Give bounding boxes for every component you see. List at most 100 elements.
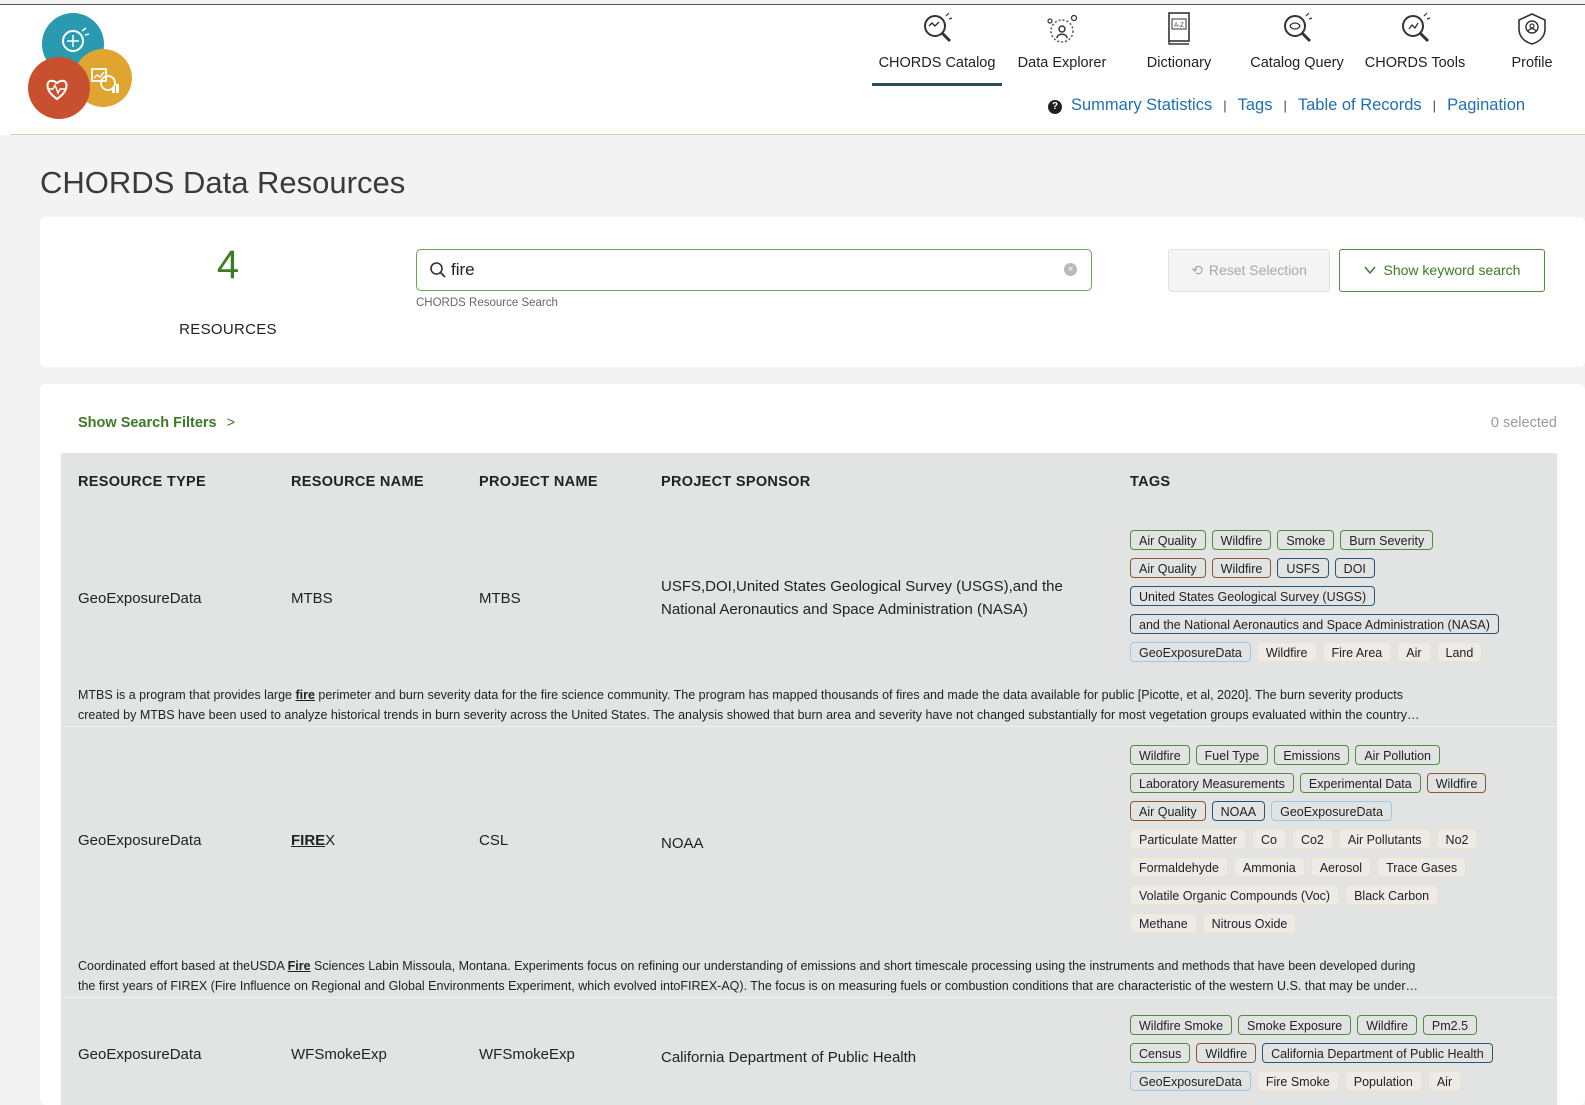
tag-chip[interactable]: Volatile Organic Compounds (Voc) [1130,885,1340,905]
tag-chip[interactable]: Wildfire [1211,530,1272,550]
tag-chip[interactable]: Ammonia [1233,857,1305,877]
tag-chip[interactable]: Fire Area [1322,642,1392,662]
tag-chip[interactable]: Air Pollution [1355,745,1441,765]
tag-chip[interactable]: GeoExposureData [1130,642,1251,662]
tag-chip[interactable]: Nitrous Oxide [1202,913,1297,933]
tag-chip[interactable]: Air Pollutants [1338,829,1431,849]
nav-label: Data Explorer [1017,55,1107,71]
cell-resource-name[interactable]: MTBS [291,590,333,607]
search-hint: CHORDS Resource Search [416,297,558,309]
tag-chip[interactable]: Black Carbon [1345,885,1439,905]
clear-search-icon[interactable]: × [1064,263,1077,276]
resources-table: RESOURCE TYPE RESOURCE NAME PROJECT NAME… [61,453,1557,1105]
tag-list: Wildfire Fuel Type Emissions Air Pollution L… [1130,745,1550,941]
tag-chip[interactable]: Air Quality [1130,558,1206,578]
chevron-down-icon [1363,266,1376,275]
nav-dictionary[interactable]: A-Z Dictionary [1136,11,1222,83]
tag-chip[interactable]: Fuel Type [1195,745,1269,765]
tag-chip[interactable]: United States Geological Survey (USGS) [1130,586,1376,606]
tag-chip[interactable]: Trace Gases [1377,857,1467,877]
tag-chip[interactable]: Pm2.5 [1422,1015,1478,1035]
tag-chip[interactable]: NOAA [1211,801,1266,821]
search-input[interactable] [451,257,1051,283]
tag-chip[interactable]: Wildfire [1130,745,1190,765]
tag-chip[interactable]: California Department of Public Health [1262,1043,1493,1063]
tag-chip[interactable]: Smoke [1277,530,1335,550]
tag-list: Wildfire Smoke Smoke Exposure Wildfire Pm2.… [1130,1015,1550,1099]
svg-text:A-Z: A-Z [1174,23,1184,29]
column-header-resource-type[interactable]: RESOURCE TYPE [78,474,206,490]
tag-chip[interactable]: Land [1436,642,1483,662]
tag-chip[interactable]: Emissions [1274,745,1350,765]
tag-chip[interactable]: Air [1397,642,1431,662]
tag-chip[interactable]: Wildfire [1426,773,1487,793]
tag-chip[interactable]: Population [1344,1071,1422,1091]
tag-chip[interactable]: GeoExposureData [1130,1071,1251,1091]
nav-catalog-query[interactable]: Catalog Query [1242,11,1352,83]
show-search-filters-toggle[interactable]: Show Search Filters > [78,415,235,431]
cell-resource-name[interactable]: FIREX [291,832,335,849]
search-card [40,217,1585,367]
tag-chip[interactable]: Wildfire [1211,558,1272,578]
tag-chip[interactable]: Fire Smoke [1256,1071,1339,1091]
tag-chip[interactable]: Smoke Exposure [1238,1015,1352,1035]
column-header-project-sponsor[interactable]: PROJECT SPONSOR [661,474,811,490]
cell-project-sponsor: USFS,DOI,United States Geological Survey… [661,578,1063,618]
cell-resource-type: GeoExposureData [78,832,202,849]
help-question-icon[interactable]: ? [1048,100,1062,114]
link-pagination[interactable]: Pagination [1447,96,1525,114]
tag-chip[interactable]: Methane [1130,913,1197,933]
chevron-right-icon: > [226,415,236,431]
column-header-project-name[interactable]: PROJECT NAME [479,474,598,490]
link-table-of-records[interactable]: Table of Records [1298,96,1422,114]
tag-chip[interactable]: Air Quality [1130,530,1206,550]
resource-search-box[interactable]: × [416,249,1092,291]
tag-chip[interactable]: Aerosol [1310,857,1372,877]
tag-chip[interactable]: No2 [1436,829,1478,849]
chords-logo[interactable] [28,13,136,125]
column-header-resource-name[interactable]: RESOURCE NAME [291,474,424,490]
nav-label: Dictionary [1146,55,1212,71]
tag-chip[interactable]: Census [1130,1043,1191,1063]
column-header-tags[interactable]: TAGS [1130,474,1170,490]
tag-chip[interactable]: GeoExposureData [1271,801,1392,821]
cell-resource-name[interactable]: WFSmokeExp [291,1046,387,1063]
tag-chip[interactable]: Particulate Matter [1130,829,1246,849]
nav-label: Profile [1511,55,1553,71]
chords-tools-icon [1402,12,1431,43]
sub-navigation: ? Summary Statistics | Tags | Table of Record… [1048,96,1525,118]
tag-chip[interactable]: Wildfire [1196,1043,1257,1063]
profile-badge-icon [1518,13,1546,45]
tag-chip[interactable]: Co2 [1291,829,1333,849]
catalog-search-icon [924,12,953,43]
tag-chip[interactable]: Air [1427,1071,1462,1091]
show-keyword-search-label: Show keyword search [1383,262,1521,278]
tag-chip[interactable]: Air Quality [1130,801,1206,821]
nav-chords-catalog[interactable]: CHORDS Catalog [872,11,1002,86]
tag-chip[interactable]: Laboratory Measurements [1130,773,1294,793]
show-keyword-search-button[interactable]: Show keyword search [1339,249,1545,292]
tag-chip[interactable]: Formaldehyde [1130,857,1228,877]
tag-chip[interactable]: Co [1251,829,1286,849]
nav-profile[interactable]: Profile [1500,11,1564,83]
tag-chip[interactable]: Wildfire [1357,1015,1417,1035]
nav-data-explorer[interactable]: Data Explorer [1010,11,1114,83]
show-search-filters-label: Show Search Filters [78,415,217,431]
catalog-query-icon [1284,12,1313,43]
reset-selection-button[interactable]: ⟲ Reset Selection [1168,249,1330,292]
tag-list: Air Quality Wildfire Smoke Burn Severity Air… [1130,530,1550,670]
tag-chip[interactable]: Wildfire Smoke [1130,1015,1233,1035]
tag-chip[interactable]: DOI [1334,558,1375,578]
cell-resource-type: GeoExposureData [78,1046,202,1063]
tag-chip[interactable]: Burn Severity [1340,530,1434,550]
cell-project-name: WFSmokeExp [479,1046,575,1063]
nav-chords-tools[interactable]: CHORDS Tools [1358,11,1472,83]
link-summary-statistics[interactable]: Summary Statistics [1071,96,1212,114]
tag-chip[interactable]: Wildfire [1256,642,1317,662]
tag-chip[interactable]: Experimental Data [1299,773,1421,793]
link-tags[interactable]: Tags [1238,96,1273,114]
tag-chip[interactable]: USFS [1277,558,1329,578]
cell-project-name: CSL [479,832,509,849]
selected-count: 0 selected [1490,415,1557,431]
tag-chip[interactable]: and the National Aeronautics and Space A… [1130,614,1499,634]
